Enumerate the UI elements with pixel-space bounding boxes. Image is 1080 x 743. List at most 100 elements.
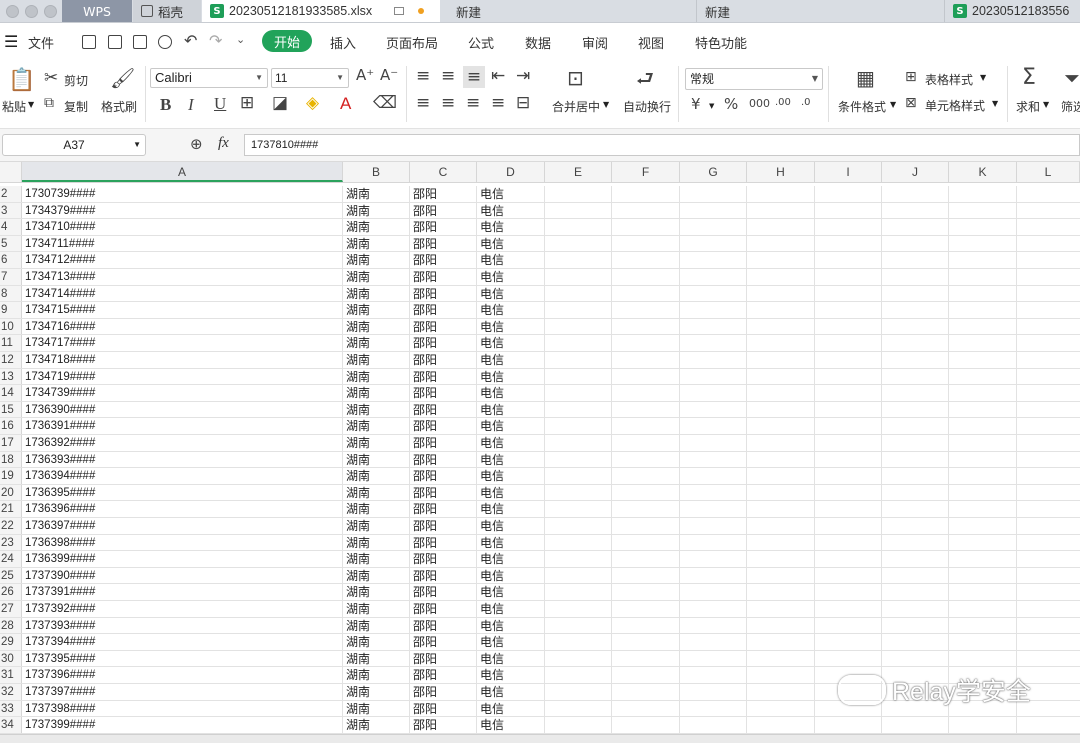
cell-d[interactable]: 电信 [477,203,545,219]
column-header-l[interactable]: L [1017,162,1080,182]
cell-b[interactable]: 湖南 [343,701,410,717]
cell-a[interactable]: 1734719#### [22,369,343,385]
zoom-window-button[interactable] [44,4,57,18]
quick-access-dropdown-icon[interactable]: ⌄ [236,33,245,46]
cell-b[interactable]: 湖南 [343,667,410,683]
percent-icon[interactable]: % [724,97,738,112]
cell-d[interactable]: 电信 [477,651,545,667]
cell-style-button[interactable]: 单元格样式 [925,97,985,114]
cell-d[interactable]: 电信 [477,286,545,302]
cell-b[interactable]: 湖南 [343,402,410,418]
cell-c[interactable]: 邵阳 [410,319,477,335]
format-painter-icon[interactable]: 🖌 [110,68,135,88]
merge-center-icon[interactable]: ⊡ [567,68,584,88]
wrap-text-button[interactable]: 自动换行 [623,98,671,115]
cell-c[interactable]: 邵阳 [410,252,477,268]
column-header-h[interactable]: H [747,162,815,182]
underline-icon[interactable]: U [214,95,226,112]
cell-a[interactable]: 1737392#### [22,601,343,617]
number-format-select[interactable]: 常规 ▼ [685,68,823,90]
sum-dropdown-icon[interactable]: ▼ [1043,100,1049,109]
cell-b[interactable]: 湖南 [343,236,410,252]
print-icon[interactable] [133,35,147,49]
align-right-icon[interactable]: ≡ [466,95,480,112]
cell-a[interactable]: 1736392#### [22,435,343,451]
cell-c[interactable]: 邵阳 [410,369,477,385]
row-header[interactable]: 10 [0,318,22,335]
cell-a[interactable]: 1736391#### [22,418,343,434]
cell-b[interactable]: 湖南 [343,651,410,667]
align-middle-icon[interactable]: ≡ [441,68,455,85]
column-header-c[interactable]: C [410,162,477,182]
font-name-select[interactable]: Calibri ▼ [150,68,268,88]
cell-a[interactable]: 1730739#### [22,186,343,202]
cell-d[interactable]: 电信 [477,186,545,202]
cell-d[interactable]: 电信 [477,269,545,285]
row-header[interactable]: 19 [0,468,22,484]
row-header[interactable]: 11 [0,335,22,351]
cell-b[interactable]: 湖南 [343,518,410,534]
column-header-b[interactable]: B [343,162,410,182]
merge-center-button[interactable]: 合并居中 [552,98,600,115]
cell-d[interactable]: 电信 [477,385,545,401]
cell-c[interactable]: 邵阳 [410,535,477,551]
cell-c[interactable]: 邵阳 [410,701,477,717]
thousands-separator-icon[interactable]: 000 [749,98,770,109]
cell-c[interactable]: 邵阳 [410,186,477,202]
column-header-g[interactable]: G [680,162,747,182]
cell-c[interactable]: 邵阳 [410,203,477,219]
cell-b[interactable]: 湖南 [343,435,410,451]
cell-a[interactable]: 1736397#### [22,518,343,534]
italic-icon[interactable]: I [188,96,194,113]
tab-file-2[interactable]: S 20230512183556 [944,0,1080,22]
cell-b[interactable]: 湖南 [343,369,410,385]
tab-new-2[interactable]: 新建 [696,0,936,22]
cell-d[interactable]: 电信 [477,634,545,650]
cell-a[interactable]: 1737393#### [22,618,343,634]
cell-d[interactable]: 电信 [477,535,545,551]
cell-d[interactable]: 电信 [477,402,545,418]
tab-active-file[interactable]: S 20230512181933585.xlsx [202,0,440,22]
merge-dropdown-icon[interactable]: ▼ [603,100,609,109]
cell-a[interactable]: 1734714#### [22,286,343,302]
undo-icon[interactable]: ↶ [184,31,197,50]
cell-b[interactable]: 湖南 [343,535,410,551]
row-header[interactable]: 27 [0,601,22,617]
cell-a[interactable]: 1734712#### [22,252,343,268]
column-header-f[interactable]: F [612,162,680,182]
row-header[interactable]: 4 [0,219,22,235]
cell-a[interactable]: 1734715#### [22,302,343,318]
row-header[interactable]: 29 [0,634,22,650]
column-header-k[interactable]: K [949,162,1017,182]
cell-b[interactable]: 湖南 [343,717,410,733]
cell-d[interactable]: 电信 [477,684,545,700]
justify-icon[interactable]: ≡ [491,95,505,112]
scissors-icon[interactable]: ✂ [44,70,58,87]
cell-d[interactable]: 电信 [477,584,545,600]
cell-d[interactable]: 电信 [477,717,545,733]
cell-a[interactable]: 1734718#### [22,352,343,368]
cell-a[interactable]: 1736390#### [22,402,343,418]
cell-c[interactable]: 邵阳 [410,418,477,434]
row-header[interactable]: 3 [0,202,22,219]
column-header-e[interactable]: E [545,162,612,182]
cell-a[interactable]: 1734717#### [22,335,343,351]
decrease-font-icon[interactable]: A⁻ [380,68,398,83]
tab-view[interactable]: 视图 [638,33,664,52]
cell-b[interactable]: 湖南 [343,618,410,634]
row-header[interactable]: 24 [0,551,22,567]
row-header[interactable]: 14 [0,385,22,401]
row-header[interactable]: 7 [0,269,22,285]
print-preview-icon[interactable] [158,35,172,49]
column-header-a[interactable]: A [22,162,343,182]
row-header[interactable]: 21 [0,501,22,517]
cell-d[interactable]: 电信 [477,501,545,517]
cell-d[interactable]: 电信 [477,252,545,268]
column-header-i[interactable]: I [815,162,882,182]
tab-page-layout[interactable]: 页面布局 [386,33,438,52]
cell-c[interactable]: 邵阳 [410,468,477,484]
row-header[interactable]: 2 [0,186,22,202]
row-header[interactable]: 15 [0,401,22,418]
indent-increase-icon[interactable]: ⇥ [516,68,530,85]
fill-format-icon[interactable]: ◪ [272,95,288,112]
